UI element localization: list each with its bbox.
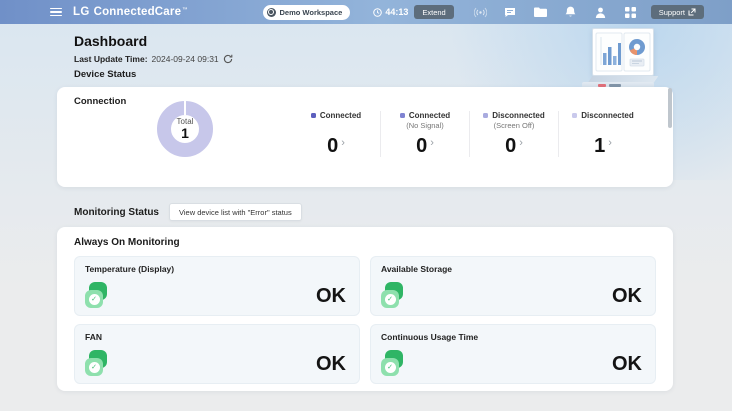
illustration-monitor xyxy=(592,28,654,76)
workspace-label: Demo Workspace xyxy=(280,8,343,17)
chat-icon[interactable] xyxy=(504,6,517,19)
logo-lg: LG xyxy=(73,6,90,18)
always-on-monitoring-title: Always On Monitoring xyxy=(74,237,180,248)
last-update-label: Last Update Time: xyxy=(74,54,148,64)
workspace-icon xyxy=(267,8,276,17)
status-card-fan[interactable]: FAN OK xyxy=(74,324,360,384)
clock-icon xyxy=(372,7,382,17)
status-value: OK xyxy=(612,285,642,308)
monitoring-status-heading: Monitoring Status xyxy=(74,207,159,218)
legend-count: 0 xyxy=(416,134,427,158)
timer-value: 44:13 xyxy=(385,7,408,17)
status-card-title: Available Storage xyxy=(381,264,452,274)
legend-item-connected-no-signal[interactable]: Connected (No Signal) 0 xyxy=(381,110,469,158)
legend-dot xyxy=(572,113,577,118)
workspace-switcher[interactable]: Demo Workspace xyxy=(263,5,351,20)
always-on-monitoring-card: Always On Monitoring Temperature (Displa… xyxy=(57,227,673,391)
donut-center: Total 1 xyxy=(171,115,199,143)
apps-grid-icon[interactable] xyxy=(624,6,637,19)
chevron-right-icon xyxy=(608,131,612,155)
connection-donut-chart: Total 1 xyxy=(157,101,213,157)
legend-label: Connected xyxy=(320,111,361,120)
status-card-continuous-usage-time[interactable]: Continuous Usage Time OK xyxy=(370,324,656,384)
legend-item-disconnected-screen-off[interactable]: Disconnected (Screen Off) 0 xyxy=(470,110,558,158)
legend-sublabel: (No Signal) xyxy=(406,121,444,131)
check-icon xyxy=(387,363,393,371)
monitoring-status-row: Monitoring Status View device list with … xyxy=(74,203,302,221)
device-status-heading: Device Status xyxy=(74,69,136,80)
legend-item-disconnected[interactable]: Disconnected 1 xyxy=(559,110,647,158)
extend-button[interactable]: Extend xyxy=(414,5,453,19)
status-ok-icon xyxy=(381,350,407,376)
status-ok-icon xyxy=(85,282,111,308)
status-value: OK xyxy=(316,285,346,308)
donut-segment-gap xyxy=(184,101,186,115)
chevron-right-icon xyxy=(341,131,345,155)
hamburger-menu-icon[interactable] xyxy=(50,8,62,17)
logo-product: ConnectedCare xyxy=(94,6,182,18)
session-timer: 44:13 xyxy=(372,7,408,17)
legend-dot xyxy=(483,113,488,118)
legend-label: Connected xyxy=(409,111,450,120)
legend-count: 1 xyxy=(594,134,605,158)
legend-item-connected[interactable]: Connected 0 xyxy=(292,110,380,158)
legend-label: Disconnected xyxy=(581,111,633,120)
check-icon xyxy=(91,363,97,371)
support-label: Support xyxy=(659,8,685,17)
status-card-temperature-display[interactable]: Temperature (Display) OK xyxy=(74,256,360,316)
folder-icon[interactable] xyxy=(534,6,547,19)
main-content: Dashboard Last Update Time: 2024-09-24 0… xyxy=(0,24,732,411)
external-link-icon xyxy=(688,8,696,16)
chevron-right-icon xyxy=(430,131,434,155)
app-root: LG ConnectedCare ™ Demo Workspace 44:13 … xyxy=(0,0,732,411)
legend-dot xyxy=(400,113,405,118)
legend-count-link[interactable]: 0 xyxy=(505,134,523,158)
header-icon-bar xyxy=(474,6,637,19)
status-card-title: FAN xyxy=(85,332,102,342)
lg-connectedcare-logo: LG ConnectedCare ™ xyxy=(73,6,188,18)
page-title: Dashboard xyxy=(74,33,147,49)
monitoring-cards-grid: Temperature (Display) OK Available Stora… xyxy=(74,256,656,384)
legend-count-link[interactable]: 0 xyxy=(416,134,434,158)
check-icon xyxy=(91,295,97,303)
user-icon[interactable] xyxy=(594,6,607,19)
status-card-available-storage[interactable]: Available Storage OK xyxy=(370,256,656,316)
legend-count-link[interactable]: 0 xyxy=(327,134,345,158)
status-value: OK xyxy=(316,353,346,376)
legend-dot xyxy=(311,113,316,118)
status-value: OK xyxy=(612,353,642,376)
connection-card-title: Connection xyxy=(74,96,126,107)
legend-count: 0 xyxy=(327,134,338,158)
last-update-value: 2024-09-24 09:31 xyxy=(152,54,219,64)
status-card-title: Temperature (Display) xyxy=(85,264,174,274)
status-ok-icon xyxy=(381,282,407,308)
connection-legend: Connected 0 Connected (No Signal) xyxy=(292,110,647,158)
donut-total-value: 1 xyxy=(181,126,189,141)
legend-sublabel: (Screen Off) xyxy=(494,121,535,131)
support-button[interactable]: Support xyxy=(651,5,704,19)
chevron-right-icon xyxy=(519,131,523,155)
view-error-devices-button[interactable]: View device list with "Error" status xyxy=(169,203,302,221)
check-icon xyxy=(387,295,393,303)
header-right-cluster: Demo Workspace 44:13 Extend xyxy=(263,5,704,20)
connection-card: Connection Total 1 Connected 0 xyxy=(57,87,673,187)
illustration-base xyxy=(588,76,659,83)
last-update-row: Last Update Time: 2024-09-24 09:31 xyxy=(74,53,234,64)
legend-label: Disconnected xyxy=(492,111,544,120)
bell-icon[interactable] xyxy=(564,6,577,19)
cast-icon[interactable] xyxy=(474,6,487,19)
status-ok-icon xyxy=(85,350,111,376)
logo-trademark: ™ xyxy=(182,7,188,13)
legend-count: 0 xyxy=(505,134,516,158)
refresh-icon[interactable] xyxy=(223,53,234,64)
status-card-title: Continuous Usage Time xyxy=(381,332,478,342)
top-header: LG ConnectedCare ™ Demo Workspace 44:13 … xyxy=(0,0,732,24)
scrollbar-thumb[interactable] xyxy=(668,88,672,128)
legend-count-link[interactable]: 1 xyxy=(594,134,612,158)
